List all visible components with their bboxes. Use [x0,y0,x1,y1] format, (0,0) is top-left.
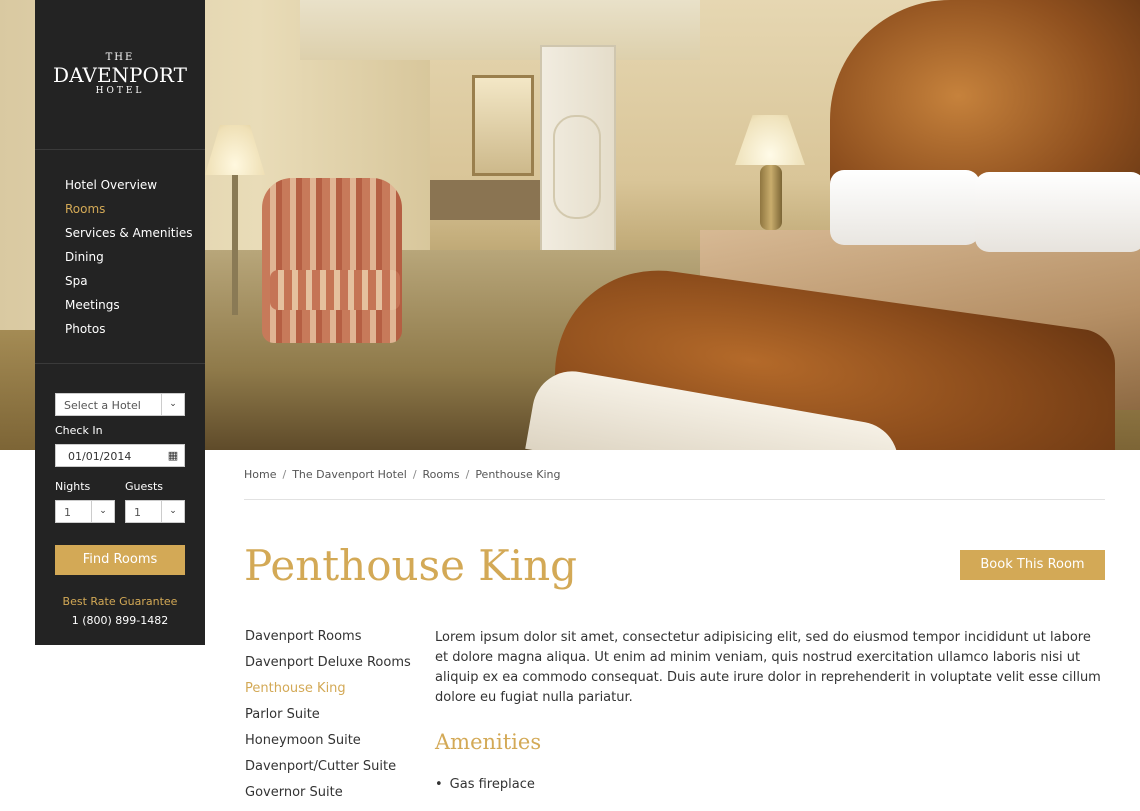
breadcrumb-current: Penthouse King [475,468,561,481]
content-divider [244,499,1105,500]
main-nav: Hotel Overview Rooms Services & Amenitie… [65,178,192,346]
breadcrumb-rooms[interactable]: Rooms [423,468,460,481]
room-link-honeymoon-suite[interactable]: Honeymoon Suite [245,733,411,759]
nav-item-spa[interactable]: Spa [65,274,192,298]
breadcrumb-hotel[interactable]: The Davenport Hotel [292,468,407,481]
calendar-icon[interactable]: ▦ [162,445,184,466]
nav-item-services-amenities[interactable]: Services & Amenities [65,226,192,250]
amenities-heading: Amenities [435,730,542,754]
chevron-down-icon: ⌄ [161,394,184,415]
nav-item-hotel-overview[interactable]: Hotel Overview [65,178,192,202]
room-link-davenport-rooms[interactable]: Davenport Rooms [245,629,411,655]
nights-label: Nights [55,480,91,493]
room-type-list: Davenport Rooms Davenport Deluxe Rooms P… [245,629,411,811]
page-title: Penthouse King [244,541,578,590]
find-rooms-button[interactable]: Find Rooms [55,545,185,575]
guests-select[interactable]: 1 ⌄ [125,500,185,523]
nav-item-meetings[interactable]: Meetings [65,298,192,322]
room-link-parlor-suite[interactable]: Parlor Suite [245,707,411,733]
amenities-list: Gas fireplace [435,777,535,793]
sidebar-divider [35,149,205,150]
checkin-date-value: 01/01/2014 [68,450,132,463]
nav-item-photos[interactable]: Photos [65,322,192,346]
breadcrumb-home[interactable]: Home [244,468,276,481]
chevron-down-icon: ⌄ [161,501,184,522]
room-link-governor-suite[interactable]: Governor Suite [245,785,411,811]
chevron-down-icon: ⌄ [91,501,114,522]
amenity-item: Gas fireplace [435,777,535,793]
checkin-date-input[interactable]: 01/01/2014 ▦ [55,444,185,467]
nights-select-value: 1 [64,506,71,519]
room-description: Lorem ipsum dolor sit amet, consectetur … [435,630,1101,705]
best-rate-guarantee-link[interactable]: Best Rate Guarantee [35,595,205,608]
room-link-davenport-cutter-suite[interactable]: Davenport/Cutter Suite [245,759,411,785]
room-link-davenport-deluxe-rooms[interactable]: Davenport Deluxe Rooms [245,655,411,681]
room-link-penthouse-king[interactable]: Penthouse King [245,681,411,707]
sidebar-divider [35,363,205,364]
logo-hotel: HOTEL [95,86,145,96]
nights-select[interactable]: 1 ⌄ [55,500,115,523]
hotel-select-value: Select a Hotel [64,399,141,412]
checkin-label: Check In [55,424,103,437]
sidebar: THE DAVENPORT HOTEL Hotel Overview Rooms… [35,0,205,645]
guests-select-value: 1 [134,506,141,519]
nav-item-dining[interactable]: Dining [65,250,192,274]
nav-item-rooms[interactable]: Rooms [65,202,192,226]
logo-name: DAVENPORT [53,63,187,87]
hotel-select[interactable]: Select a Hotel ⌄ [55,393,185,416]
guests-label: Guests [125,480,164,493]
hotel-logo[interactable]: THE DAVENPORT HOTEL [35,52,205,97]
phone-number: 1 (800) 899-1482 [71,614,169,627]
book-this-room-button[interactable]: Book This Room [960,550,1105,580]
booking-widget: Select a Hotel ⌄ Check In 01/01/2014 ▦ N… [55,393,185,575]
breadcrumb: Home / The Davenport Hotel / Rooms / Penthouse… [244,468,561,481]
